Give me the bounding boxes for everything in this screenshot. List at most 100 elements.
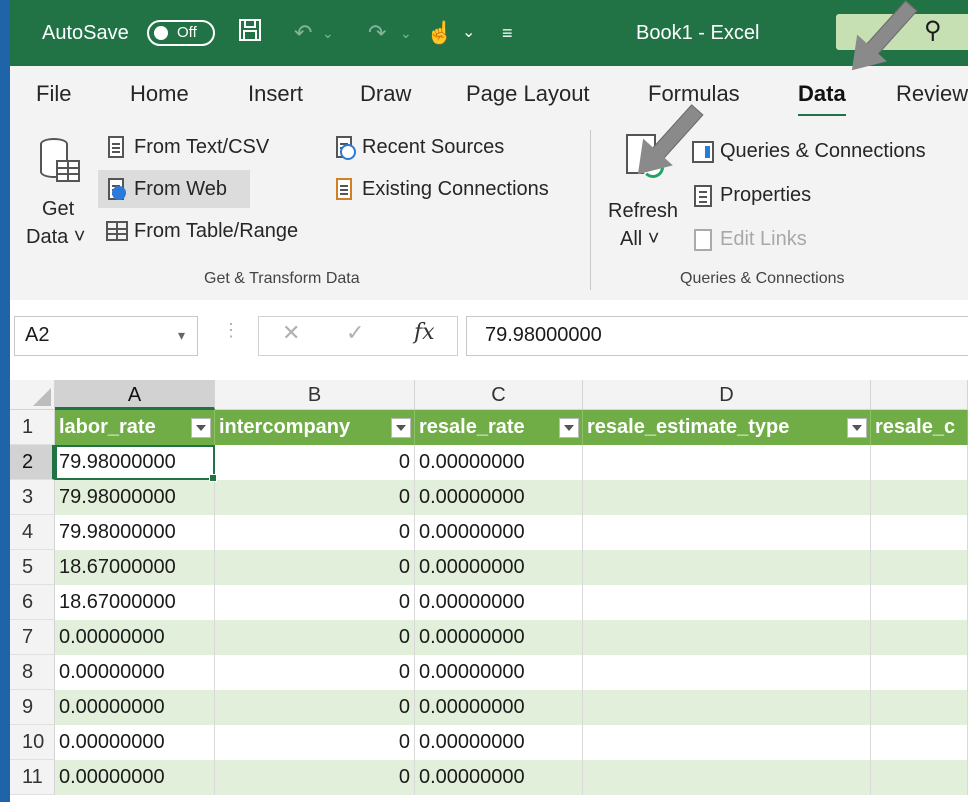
from-text-csv-button[interactable]: From Text/CSV <box>106 134 269 160</box>
table-header-cell[interactable]: labor_rate <box>55 410 215 445</box>
cell-a[interactable]: 18.67000000 <box>55 585 215 620</box>
queries-connections-button[interactable]: Queries & Connections <box>692 138 926 164</box>
cell-e[interactable] <box>871 480 968 515</box>
from-table-range-button[interactable]: From Table/Range <box>106 218 298 244</box>
cell-d[interactable] <box>583 445 871 480</box>
cell-d[interactable] <box>583 655 871 690</box>
get-data-label-1[interactable]: Get <box>42 196 74 222</box>
cell-c[interactable]: 0.00000000 <box>415 760 583 795</box>
cell-e[interactable] <box>871 760 968 795</box>
row-header[interactable]: 2 <box>10 445 55 480</box>
filter-dropdown-button[interactable] <box>847 418 867 438</box>
cell-a[interactable]: 79.98000000 <box>55 480 215 515</box>
cell-b[interactable]: 0 <box>215 760 415 795</box>
column-header-d[interactable]: D <box>583 380 871 410</box>
existing-connections-button[interactable]: Existing Connections <box>334 176 549 202</box>
tab-page-layout[interactable]: Page Layout <box>466 80 590 108</box>
cell-b[interactable]: 0 <box>215 690 415 725</box>
recent-sources-button[interactable]: Recent Sources <box>334 134 504 160</box>
tab-insert[interactable]: Insert <box>248 80 303 108</box>
cell-d[interactable] <box>583 760 871 795</box>
filter-dropdown-button[interactable] <box>559 418 579 438</box>
row-header[interactable]: 8 <box>10 655 55 690</box>
tab-formulas[interactable]: Formulas <box>648 80 740 108</box>
cell-e[interactable] <box>871 620 968 655</box>
cell-d[interactable] <box>583 725 871 760</box>
cancel-icon[interactable]: ✕ <box>282 320 300 346</box>
cell-c[interactable]: 0.00000000 <box>415 585 583 620</box>
get-data-label-2[interactable]: Data ˅ <box>26 224 85 250</box>
redo-dropdown-icon[interactable]: ⌄ <box>400 18 412 48</box>
cell-e[interactable] <box>871 515 968 550</box>
cell-a[interactable]: 0.00000000 <box>55 620 215 655</box>
enter-icon[interactable]: ✓ <box>346 320 364 346</box>
cell-b[interactable]: 0 <box>215 655 415 690</box>
cell-b[interactable]: 0 <box>215 585 415 620</box>
column-header-e[interactable] <box>871 380 968 410</box>
undo-dropdown-icon[interactable]: ⌄ <box>322 18 334 48</box>
cell-e[interactable] <box>871 725 968 760</box>
column-header-b[interactable]: B <box>215 380 415 410</box>
cell-a[interactable]: 79.98000000 <box>55 515 215 550</box>
cell-a[interactable]: 0.00000000 <box>55 760 215 795</box>
cell-a[interactable]: 0.00000000 <box>55 655 215 690</box>
row-header[interactable]: 1 <box>10 410 55 445</box>
filter-dropdown-button[interactable] <box>391 418 411 438</box>
cell-c[interactable]: 0.00000000 <box>415 550 583 585</box>
cell-e[interactable] <box>871 445 968 480</box>
properties-button[interactable]: Properties <box>692 182 811 208</box>
row-header[interactable]: 7 <box>10 620 55 655</box>
touch-mode-icon[interactable]: ☝ <box>426 18 453 48</box>
cell-b[interactable]: 0 <box>215 480 415 515</box>
from-web-button[interactable]: From Web <box>106 176 227 202</box>
insert-function-icon[interactable]: fx <box>414 320 435 345</box>
cell-c[interactable]: 0.00000000 <box>415 620 583 655</box>
active-cell-a2[interactable] <box>55 445 217 482</box>
cell-e[interactable] <box>871 655 968 690</box>
autosave-toggle[interactable]: Off <box>147 20 215 46</box>
redo-icon[interactable]: ↷ <box>368 18 386 48</box>
tab-data[interactable]: Data <box>798 80 846 118</box>
row-header[interactable]: 3 <box>10 480 55 515</box>
row-header[interactable]: 5 <box>10 550 55 585</box>
tab-file[interactable]: File <box>36 80 71 108</box>
cell-d[interactable] <box>583 515 871 550</box>
table-header-cell[interactable]: resale_estimate_type <box>583 410 871 445</box>
edit-links-button[interactable]: Edit Links <box>692 226 807 252</box>
cell-d[interactable] <box>583 690 871 725</box>
cell-c[interactable]: 0.00000000 <box>415 655 583 690</box>
cell-d[interactable] <box>583 550 871 585</box>
table-header-cell[interactable]: intercompany <box>215 410 415 445</box>
chevron-down-icon[interactable]: ⌄ <box>462 18 475 48</box>
tab-home[interactable]: Home <box>130 80 189 108</box>
column-header-c[interactable]: C <box>415 380 583 410</box>
cell-c[interactable]: 0.00000000 <box>415 515 583 550</box>
refresh-label-2[interactable]: All ˅ <box>620 226 659 252</box>
refresh-label-1[interactable]: Refresh <box>608 198 678 224</box>
table-header-cell[interactable]: resale_rate <box>415 410 583 445</box>
row-header[interactable]: 6 <box>10 585 55 620</box>
name-box[interactable]: A2 ▾ <box>14 316 198 356</box>
cell-e[interactable] <box>871 690 968 725</box>
cell-d[interactable] <box>583 480 871 515</box>
row-header[interactable]: 9 <box>10 690 55 725</box>
customize-toolbar-icon[interactable]: ≡ <box>502 18 513 48</box>
cell-b[interactable]: 0 <box>215 515 415 550</box>
cell-a[interactable]: 18.67000000 <box>55 550 215 585</box>
cell-d[interactable] <box>583 620 871 655</box>
row-header[interactable]: 11 <box>10 760 55 795</box>
get-data-icon[interactable] <box>38 136 80 186</box>
formula-input[interactable]: 79.98000000 <box>466 316 968 356</box>
column-header-a[interactable]: A <box>55 380 215 410</box>
table-header-cell[interactable]: resale_c <box>871 410 968 445</box>
save-icon[interactable] <box>238 18 262 50</box>
cell-a[interactable]: 0.00000000 <box>55 690 215 725</box>
cell-b[interactable]: 0 <box>215 620 415 655</box>
cell-b[interactable]: 0 <box>215 445 415 480</box>
chevron-down-icon[interactable]: ▾ <box>178 327 185 344</box>
cell-c[interactable]: 0.00000000 <box>415 690 583 725</box>
cell-c[interactable]: 0.00000000 <box>415 480 583 515</box>
cell-c[interactable]: 0.00000000 <box>415 725 583 760</box>
tab-review[interactable]: Review <box>896 80 968 108</box>
select-all-corner[interactable] <box>10 380 55 410</box>
